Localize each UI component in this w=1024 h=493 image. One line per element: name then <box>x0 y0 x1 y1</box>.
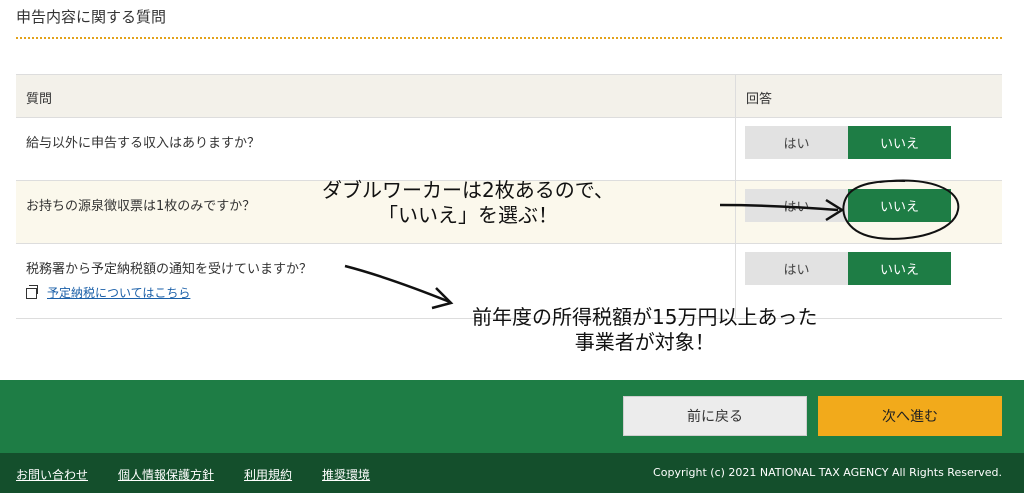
annotation-note-1: ダブルワーカーは2枚あるので、 「いいえ」を選ぶ！ <box>322 178 614 228</box>
back-button[interactable]: 前に戻る <box>623 396 807 436</box>
header-answer: 回答 <box>746 92 773 107</box>
no-button[interactable]: いいえ <box>848 126 951 159</box>
annotation-note-2: 前年度の所得税額が15万円以上あった 事業者が対象！ <box>472 305 817 355</box>
annotation-line: 前年度の所得税額が15万円以上あった <box>472 305 818 329</box>
yes-button[interactable]: はい <box>745 252 848 285</box>
section-divider <box>16 37 1002 39</box>
question-text: お持ちの源泉徴収票は1枚のみですか？ <box>26 199 256 214</box>
table-header: 質問 回答 <box>16 75 1002 118</box>
footer: お問い合わせ 個人情報保護方針 利用規約 推奨環境 Copyright (c) … <box>0 453 1024 493</box>
footer-link-environment[interactable]: 推奨環境 <box>322 466 370 483</box>
no-button[interactable]: いいえ <box>848 189 951 222</box>
external-window-icon <box>26 285 38 299</box>
answer-toggle: はい いいえ <box>745 126 951 159</box>
column-divider <box>735 181 736 243</box>
footer-links: お問い合わせ 個人情報保護方針 利用規約 推奨環境 <box>16 466 370 483</box>
answer-toggle: はい いいえ <box>745 189 951 222</box>
question-text: 税務署から予定納税額の通知を受けていますか？ <box>26 262 313 277</box>
section-title: 申告内容に関する質問 <box>16 8 167 26</box>
table-row: 給与以外に申告する収入はありますか？ はい いいえ <box>16 118 1002 181</box>
next-button[interactable]: 次へ進む <box>818 396 1002 436</box>
link-label[interactable]: 予定納税についてはこちら <box>47 284 190 301</box>
column-divider <box>735 118 736 180</box>
answer-toggle: はい いいえ <box>745 252 951 285</box>
no-button[interactable]: いいえ <box>848 252 951 285</box>
footer-link-terms[interactable]: 利用規約 <box>244 466 292 483</box>
yes-button[interactable]: はい <box>745 189 848 222</box>
footer-link-contact[interactable]: お問い合わせ <box>16 466 88 483</box>
column-divider <box>735 75 736 117</box>
copyright: Copyright (c) 2021 NATIONAL TAX AGENCY A… <box>653 466 1002 479</box>
annotation-line: 事業者が対象！ <box>574 330 715 354</box>
annotation-line: ダブルワーカーは2枚あるので、 <box>322 178 614 202</box>
prepayment-info-link[interactable]: 予定納税についてはこちら <box>26 284 190 301</box>
footer-link-privacy[interactable]: 個人情報保護方針 <box>118 466 214 483</box>
yes-button[interactable]: はい <box>745 126 848 159</box>
header-question: 質問 <box>26 92 53 107</box>
question-text: 給与以外に申告する収入はありますか？ <box>26 136 261 151</box>
annotation-line: 「いいえ」を選ぶ！ <box>377 203 558 227</box>
